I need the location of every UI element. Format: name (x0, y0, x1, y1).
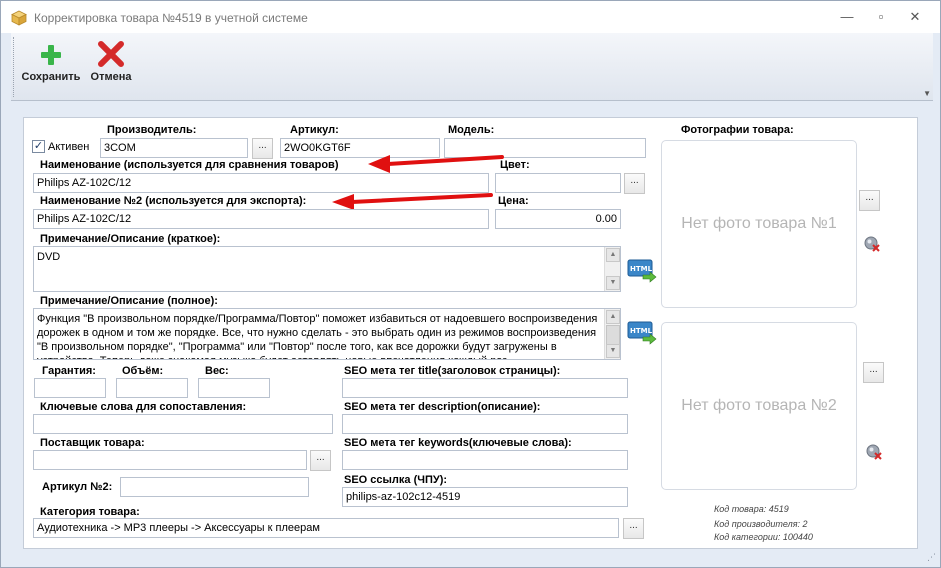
category-browse-button[interactable]: ... (623, 518, 644, 539)
color-browse-button[interactable]: ... (624, 173, 645, 194)
svg-text:HTML: HTML (630, 265, 653, 273)
seo-desc-field[interactable] (342, 414, 628, 434)
seo-url-field[interactable]: philips-az-102c12-4519 (342, 487, 628, 507)
title-bar: Корректировка товара №4519 в учетной сис… (1, 1, 940, 33)
name2-field[interactable]: Philips AZ-102C/12 (33, 209, 489, 229)
article2-field[interactable] (120, 477, 309, 497)
seo-url-label: SEO ссылка (ЧПУ): (344, 474, 448, 486)
manufacturer-browse-button[interactable]: ... (252, 138, 273, 159)
close-window-button[interactable]: ✕ (905, 9, 925, 25)
volume-field[interactable] (116, 378, 188, 398)
name2-label: Наименование №2 (используется для экспор… (40, 195, 307, 207)
weight-label: Вес: (205, 365, 229, 377)
product-edit-window: Корректировка товара №4519 в учетной сис… (0, 0, 941, 568)
scroll-thumb[interactable] (606, 325, 620, 345)
color-label: Цвет: (500, 159, 530, 171)
photo-1-placeholder[interactable]: Нет фото товара №1 (661, 140, 857, 308)
delete-photo-icon[interactable] (866, 444, 882, 460)
manufacturer-field[interactable]: 3COM (100, 138, 248, 158)
save-button[interactable]: Сохранить (21, 37, 81, 89)
scroll-down-icon[interactable]: ▼ (606, 276, 620, 290)
photos-header: Фотографии товара: (681, 124, 794, 136)
toolbar: Сохранить Отмена ▼ (11, 33, 933, 101)
product-code-text: Код товара: 4519 (714, 504, 789, 514)
minimize-button[interactable]: — (837, 9, 857, 25)
product-form: ✓ Активен Производитель: 3COM ... Артику… (23, 117, 918, 549)
window-title: Корректировка товара №4519 в учетной сис… (34, 11, 308, 25)
name-field[interactable]: Philips AZ-102C/12 (33, 173, 489, 193)
supplier-field[interactable] (33, 450, 307, 470)
keywords-label: Ключевые слова для сопоставления: (40, 401, 247, 413)
short-desc-label: Примечание/Описание (краткое): (40, 233, 221, 245)
category-field[interactable]: Аудиотехника -> MP3 плееры -> Аксессуары… (33, 518, 619, 538)
toolbar-overflow-icon[interactable]: ▼ (923, 89, 931, 98)
active-label: Активен (48, 141, 90, 153)
photo-2-placeholder[interactable]: Нет фото товара №2 (661, 322, 857, 490)
save-button-label: Сохранить (21, 71, 81, 83)
short-desc-textarea[interactable]: DVD ▲ ▼ (33, 246, 621, 292)
scroll-up-icon[interactable]: ▲ (606, 310, 620, 324)
photo-2-browse-button[interactable]: ... (863, 362, 884, 383)
full-desc-textarea[interactable]: Функция "В произвольном порядке/Программ… (33, 308, 621, 360)
model-label: Модель: (448, 124, 495, 136)
plus-icon (41, 45, 61, 65)
seo-keywords-label: SEO мета тег keywords(ключевые слова): (344, 437, 572, 449)
short-desc-scrollbar[interactable]: ▲ ▼ (604, 247, 620, 291)
photo-1-browse-button[interactable]: ... (859, 190, 880, 211)
color-field[interactable] (495, 173, 621, 193)
seo-title-label: SEO мета тег title(заголовок страницы): (344, 365, 561, 377)
name-label: Наименование (используется для сравнения… (40, 159, 339, 171)
scroll-down-icon[interactable]: ▼ (606, 344, 620, 358)
weight-field[interactable] (198, 378, 270, 398)
supplier-label: Поставщик товара: (40, 437, 145, 449)
scroll-up-icon[interactable]: ▲ (606, 248, 620, 262)
maximize-button[interactable]: ▫ (871, 9, 891, 25)
delete-photo-icon[interactable] (864, 236, 880, 252)
html-editor-icon[interactable]: HTML (627, 318, 657, 346)
manufacturer-code-text: Код производителя: 2 (714, 519, 808, 529)
box-icon (11, 10, 27, 26)
category-label: Категория товара: (40, 506, 140, 518)
cancel-button[interactable]: Отмена (81, 37, 141, 89)
warranty-field[interactable] (34, 378, 106, 398)
cross-icon (98, 41, 124, 67)
cancel-button-label: Отмена (90, 71, 132, 83)
arrow-pointer-icon (368, 155, 504, 173)
svg-text:HTML: HTML (630, 327, 653, 335)
article-label: Артикул: (290, 124, 339, 136)
seo-title-field[interactable] (342, 378, 628, 398)
full-desc-scrollbar[interactable]: ▲ ▼ (604, 309, 620, 359)
short-desc-text: DVD (37, 251, 61, 263)
supplier-browse-button[interactable]: ... (310, 450, 331, 471)
price-label: Цена: (498, 195, 529, 207)
seo-keywords-field[interactable] (342, 450, 628, 470)
price-field[interactable]: 0.00 (495, 209, 621, 229)
warranty-label: Гарантия: (42, 365, 96, 377)
keywords-field[interactable] (33, 414, 333, 434)
volume-label: Объём: (122, 365, 164, 377)
full-desc-text: Функция "В произвольном порядке/Программ… (37, 313, 598, 359)
category-code-text: Код категории: 100440 (714, 532, 813, 542)
article2-label: Артикул №2: (42, 481, 113, 493)
active-checkbox[interactable]: ✓ (32, 140, 45, 153)
manufacturer-label: Производитель: (107, 124, 197, 136)
resize-grip-icon[interactable]: ⋰ (927, 552, 936, 563)
toolbar-grip[interactable] (13, 37, 16, 97)
html-editor-icon[interactable]: HTML (627, 256, 657, 284)
seo-desc-label: SEO мета тег description(описание): (344, 401, 541, 413)
full-desc-label: Примечание/Описание (полное): (40, 295, 218, 307)
